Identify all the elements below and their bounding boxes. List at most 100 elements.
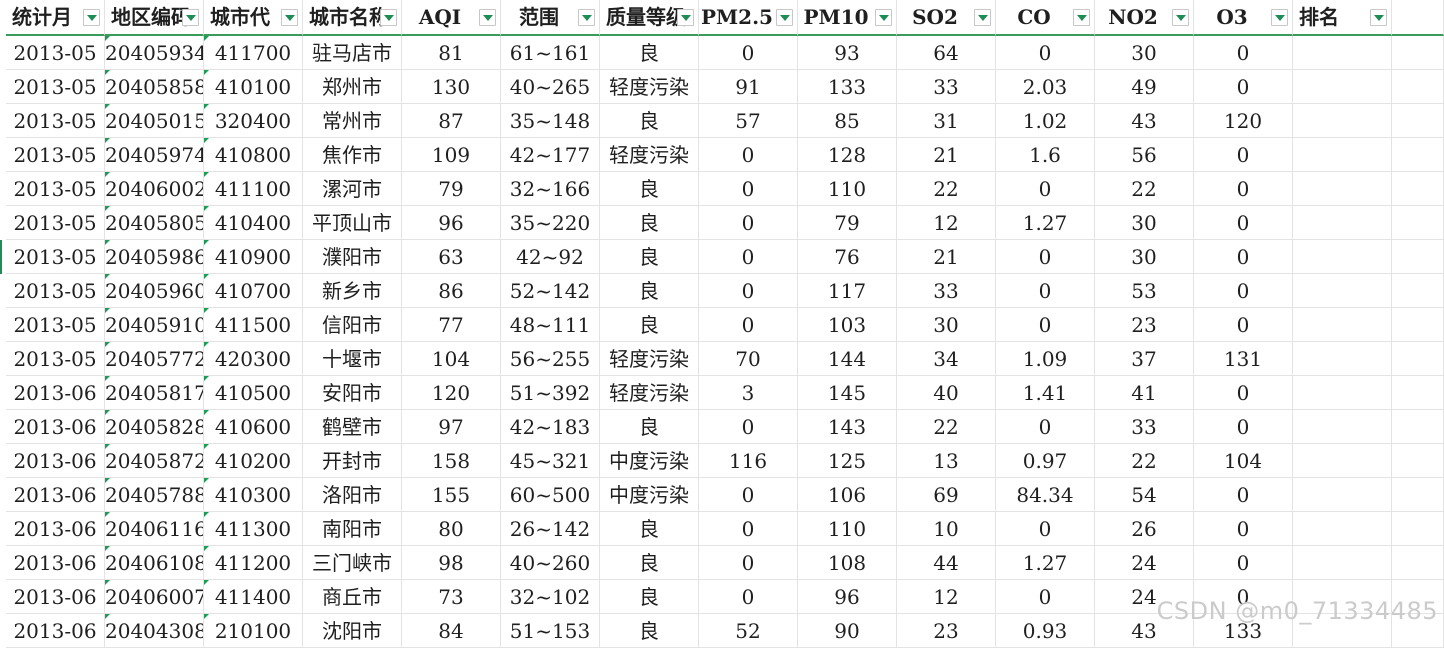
table-cell[interactable]: 0 [1194,478,1293,512]
table-cell[interactable]: 81 [402,36,501,70]
table-cell[interactable]: 411400 [204,580,303,614]
filter-dropdown-icon[interactable] [479,9,496,26]
table-cell[interactable]: 42~177 [501,138,600,172]
table-cell[interactable]: 0 [1194,410,1293,444]
table-cell[interactable] [1392,376,1444,410]
table-cell[interactable]: 22 [1095,172,1194,206]
table-cell[interactable]: 20405817 [105,376,204,410]
table-cell[interactable] [1392,172,1444,206]
table-cell[interactable]: 0 [1194,240,1293,274]
table-cell[interactable]: 110 [798,172,897,206]
table-cell[interactable]: 53 [1095,274,1194,308]
table-cell[interactable]: 31 [897,104,996,138]
table-cell[interactable]: 1.27 [996,206,1095,240]
table-cell[interactable]: 20405974 [105,138,204,172]
table-cell[interactable]: 平顶山市 [303,206,402,240]
table-cell[interactable]: 54 [1095,478,1194,512]
table-cell[interactable]: 34 [897,342,996,376]
table-cell[interactable]: 2013-05 [6,70,105,104]
table-cell[interactable]: 60~500 [501,478,600,512]
table-row[interactable]: 2013-05 20405934 411700 驻马店市 81 61~161 良 0 93 64 0… [0,36,1444,70]
table-cell[interactable]: 轻度污染 [600,70,699,104]
table-cell[interactable]: 45~321 [501,444,600,478]
table-cell[interactable]: 2013-06 [6,376,105,410]
table-cell[interactable]: 43 [1095,104,1194,138]
table-cell[interactable]: 26~142 [501,512,600,546]
table-cell[interactable]: 0 [699,580,798,614]
header-cell[interactable]: PM10 [798,0,897,36]
table-cell[interactable]: 0 [996,36,1095,70]
table-cell[interactable]: 96 [402,206,501,240]
table-cell[interactable]: 21 [897,138,996,172]
header-cell[interactable]: CO [996,0,1095,36]
table-cell[interactable]: 410500 [204,376,303,410]
table-cell[interactable]: 3 [699,376,798,410]
table-cell[interactable]: 33 [897,70,996,104]
filter-dropdown-icon[interactable] [776,9,793,26]
table-cell[interactable]: 420300 [204,342,303,376]
table-row[interactable]: 2013-06 20406116 411300 南阳市 80 26~142 良 0 110 10 0… [0,512,1444,546]
table-cell[interactable]: 120 [402,376,501,410]
table-cell[interactable]: 漯河市 [303,172,402,206]
table-cell[interactable]: 410400 [204,206,303,240]
table-cell[interactable]: 56 [1095,138,1194,172]
table-cell[interactable]: 79 [402,172,501,206]
table-cell[interactable]: 130 [402,70,501,104]
table-cell[interactable] [1392,342,1444,376]
table-cell[interactable]: 0 [699,240,798,274]
table-cell[interactable]: 1.27 [996,546,1095,580]
table-cell[interactable]: 33 [897,274,996,308]
table-cell[interactable]: 410900 [204,240,303,274]
filter-dropdown-icon[interactable] [380,9,397,26]
table-cell[interactable]: 40~260 [501,546,600,580]
table-cell[interactable] [1392,546,1444,580]
table-cell[interactable]: 2013-06 [6,410,105,444]
table-cell[interactable]: 20405788 [105,478,204,512]
table-cell[interactable]: 20406007 [105,580,204,614]
table-cell[interactable] [1293,138,1392,172]
table-cell[interactable]: 2013-05 [6,274,105,308]
filter-dropdown-icon[interactable] [182,9,199,26]
table-cell[interactable]: 2013-05 [6,104,105,138]
table-cell[interactable] [1293,308,1392,342]
table-cell[interactable]: 良 [600,206,699,240]
table-cell[interactable]: 32~166 [501,172,600,206]
table-cell[interactable]: 106 [798,478,897,512]
header-cell[interactable] [1392,0,1444,36]
filter-dropdown-icon[interactable] [875,9,892,26]
table-cell[interactable]: 51~153 [501,614,600,648]
table-cell[interactable]: 20405986 [105,240,204,274]
table-cell[interactable] [1293,342,1392,376]
table-cell[interactable]: 410300 [204,478,303,512]
table-cell[interactable]: 21 [897,240,996,274]
table-cell[interactable] [1293,512,1392,546]
table-cell[interactable]: 中度污染 [600,444,699,478]
table-cell[interactable]: 131 [1194,342,1293,376]
filter-dropdown-icon[interactable] [1172,9,1189,26]
table-cell[interactable]: 26 [1095,512,1194,546]
table-cell[interactable]: 20405960 [105,274,204,308]
table-cell[interactable]: 中度污染 [600,478,699,512]
table-cell[interactable]: 87 [402,104,501,138]
table-cell[interactable]: 37 [1095,342,1194,376]
filter-dropdown-icon[interactable] [578,9,595,26]
table-cell[interactable]: 410700 [204,274,303,308]
header-cell[interactable]: 统计月 [6,0,105,36]
filter-dropdown-icon[interactable] [1073,9,1090,26]
table-cell[interactable]: 轻度污染 [600,342,699,376]
table-cell[interactable]: 35~148 [501,104,600,138]
table-cell[interactable]: 良 [600,580,699,614]
table-cell[interactable]: 1.09 [996,342,1095,376]
table-cell[interactable]: 117 [798,274,897,308]
table-cell[interactable]: 良 [600,546,699,580]
header-cell[interactable]: NO2 [1095,0,1194,36]
table-cell[interactable]: 40~265 [501,70,600,104]
table-cell[interactable]: 南阳市 [303,512,402,546]
table-cell[interactable]: 61~161 [501,36,600,70]
table-cell[interactable] [1293,274,1392,308]
table-cell[interactable] [1392,104,1444,138]
table-cell[interactable]: 2.03 [996,70,1095,104]
table-cell[interactable]: 0 [1194,172,1293,206]
table-cell[interactable]: 85 [798,104,897,138]
table-cell[interactable]: 104 [1194,444,1293,478]
